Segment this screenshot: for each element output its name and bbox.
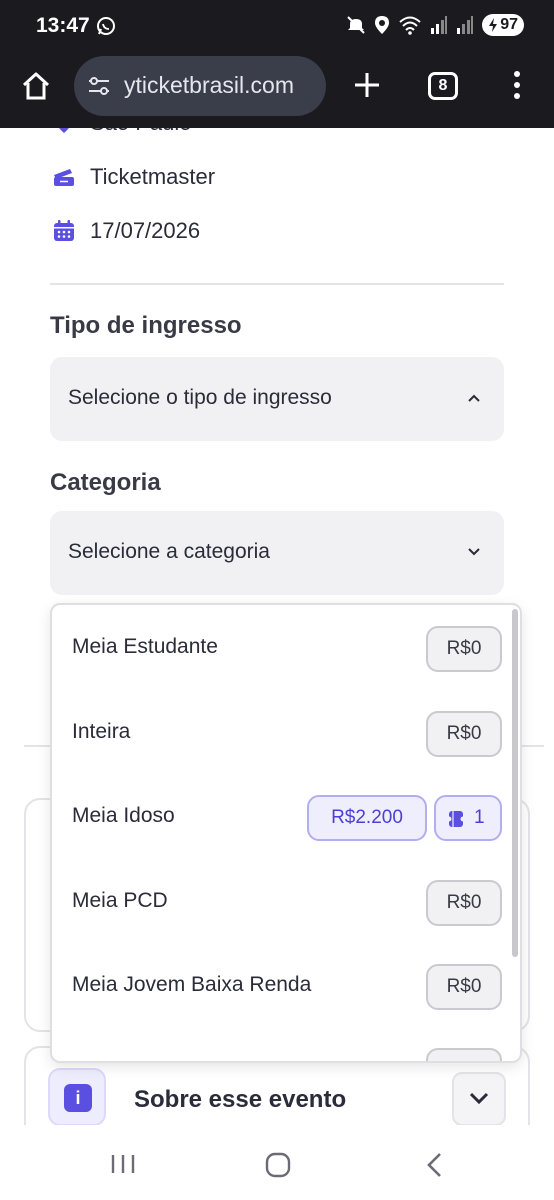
url-bar[interactable]: yticketbrasil.com	[74, 56, 326, 116]
category-placeholder: Selecione a categoria	[68, 540, 270, 563]
event-vendor: Ticketmaster	[52, 164, 215, 190]
info-icon: i	[48, 1068, 106, 1125]
site-settings-icon[interactable]	[86, 74, 112, 98]
more-menu-icon[interactable]	[512, 70, 522, 100]
dropdown-scrollbar[interactable]	[512, 609, 518, 957]
home-icon[interactable]	[20, 70, 52, 102]
price-badge: R$0	[426, 626, 502, 672]
ticket-type-select[interactable]: Selecione o tipo de ingresso	[50, 357, 504, 441]
recent-apps-icon[interactable]	[110, 1153, 136, 1175]
section-divider	[50, 283, 504, 285]
event-date-text: 17/07/2026	[90, 218, 201, 243]
price-badge: R$0	[426, 711, 502, 757]
battery-level: 97	[500, 16, 518, 33]
whatsapp-icon	[97, 17, 115, 35]
category-label: Categoria	[50, 469, 161, 496]
chevron-down-icon	[469, 1092, 489, 1105]
dropdown-option[interactable]: Meia Idoso R$2.200 1	[52, 774, 512, 858]
dropdown-option[interactable]: Meia Estudante R$0	[52, 605, 512, 689]
about-event-title: Sobre esse evento	[134, 1086, 347, 1113]
ticket-icon	[54, 169, 74, 186]
ticket-stock-icon	[448, 811, 464, 827]
status-bar: 13:47 97	[0, 0, 554, 54]
event-vendor-text: Ticketmaster	[90, 164, 216, 189]
category-select[interactable]: Selecione a categoria	[50, 511, 504, 595]
status-time: 13:47	[36, 14, 90, 37]
tab-switcher-icon[interactable]: 8	[428, 72, 458, 100]
url-text[interactable]: yticketbrasil.com	[124, 72, 294, 99]
stock-badge: 1	[434, 795, 502, 841]
option-label: Meia Jovem Baixa Renda	[72, 973, 312, 996]
dropdown-option[interactable]: Meia Jovem Baixa Renda R$0	[52, 943, 512, 1027]
signal-icon	[431, 16, 448, 34]
price-badge: R$2.200	[307, 795, 427, 841]
page-content: São Paulo Ticketmaster 17/07/2026 Tipo d…	[0, 128, 554, 1125]
price-badge	[426, 1048, 502, 1061]
mute-icon	[347, 16, 365, 34]
nav-home-icon[interactable]	[264, 1151, 292, 1179]
info-icon-glyph: i	[64, 1084, 92, 1112]
ticket-type-placeholder: Selecione o tipo de ingresso	[68, 386, 332, 409]
calendar-icon	[54, 220, 74, 241]
event-location-text: São Paulo	[90, 128, 192, 136]
category-dropdown[interactable]: Meia Estudante R$0 Inteira R$0 Meia Idos…	[50, 603, 522, 1063]
chevron-up-icon	[468, 394, 480, 402]
signal-icon	[457, 16, 474, 34]
system-nav-bar	[0, 1125, 554, 1200]
dropdown-option-partial[interactable]	[52, 1027, 512, 1061]
price-badge: R$0	[426, 964, 502, 1010]
status-icons: 97	[346, 14, 524, 36]
back-icon[interactable]	[422, 1151, 446, 1179]
dropdown-option[interactable]: Meia PCD R$0	[52, 859, 512, 943]
option-label: Meia Estudante	[72, 635, 218, 658]
event-date: 17/07/2026	[52, 218, 200, 244]
new-tab-plus-icon[interactable]	[352, 70, 382, 100]
price-badge: R$0	[426, 880, 502, 926]
chevron-down-icon	[468, 548, 480, 556]
event-location: São Paulo	[52, 128, 192, 136]
option-label: Meia Idoso	[72, 804, 175, 827]
option-label: Meia PCD	[72, 889, 168, 912]
browser-toolbar: yticketbrasil.com 8	[0, 54, 554, 128]
ticket-type-label: Tipo de ingresso	[50, 312, 242, 339]
stock-count: 1	[474, 807, 485, 828]
location-pin-icon	[59, 128, 69, 133]
option-label: Inteira	[72, 720, 131, 743]
dropdown-option[interactable]: Inteira R$0	[52, 690, 512, 774]
battery-charging-icon: 97	[482, 14, 524, 36]
expand-about-button[interactable]	[452, 1072, 506, 1125]
location-icon	[375, 16, 390, 34]
wifi-icon	[399, 16, 421, 35]
